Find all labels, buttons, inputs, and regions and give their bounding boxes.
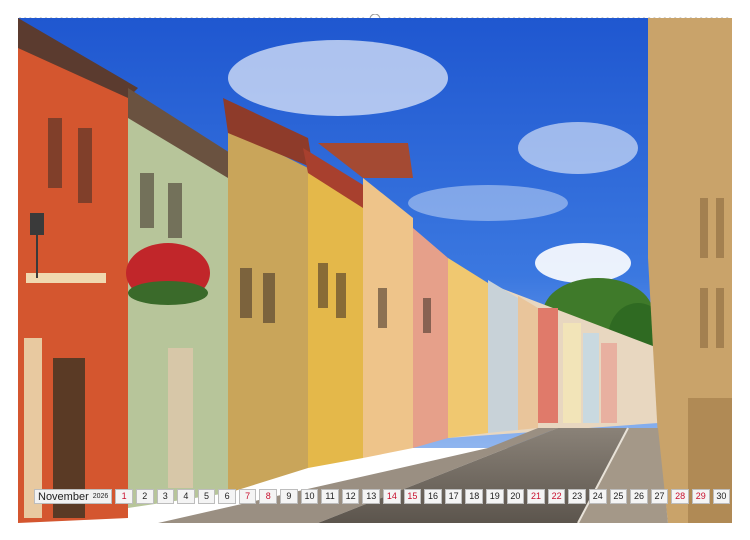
day-cell: 3	[156, 489, 175, 504]
calendar-page: November 2026 1 2 3 4 5 6 7 8 9 10 11 12 13 14 15 16 17 1…	[0, 0, 750, 540]
day-cell: 2	[135, 489, 154, 504]
day-cell: 6	[218, 489, 236, 504]
day-cell: 9	[280, 489, 298, 504]
day-cell: 13	[362, 489, 381, 504]
day-cell: 7	[238, 489, 257, 504]
day-cell: 27	[650, 489, 669, 504]
day-cell: 21	[527, 489, 545, 504]
month-label-box: November 2026	[34, 489, 113, 504]
day-cell: 10	[300, 489, 319, 504]
day-cell: 5	[197, 489, 216, 504]
day-cell: 23	[568, 489, 586, 504]
year-label: 2026	[92, 493, 109, 500]
day-cell: 19	[486, 489, 504, 504]
day-cell: 16	[424, 489, 442, 504]
day-cell: 17	[444, 489, 463, 504]
day-cell: 4	[177, 489, 195, 504]
day-cell: 12	[341, 489, 360, 504]
day-cell: 26	[630, 489, 648, 504]
day-cell: 30	[712, 489, 731, 504]
day-cell: 29	[691, 489, 710, 504]
day-cell: 1	[115, 489, 133, 504]
street-photo	[18, 18, 732, 523]
day-cell: 22	[547, 489, 566, 504]
day-cell: 8	[259, 489, 278, 504]
day-cell: 14	[383, 489, 401, 504]
day-cell: 15	[403, 489, 422, 504]
day-cell: 24	[588, 489, 607, 504]
day-cells: 1 2 3 4 5 6 7 8 9 10 11 12 13 14 15 16 17 18 19 20 21 22 23 24 2…	[115, 489, 731, 504]
day-cell: 28	[671, 489, 689, 504]
day-cell: 18	[465, 489, 484, 504]
calendar-strip: November 2026 1 2 3 4 5 6 7 8 9 10 11 12 13 14 15 16 17 1…	[34, 488, 731, 505]
month-name: November	[38, 490, 89, 503]
day-cell: 11	[321, 489, 339, 504]
day-cell: 20	[506, 489, 525, 504]
day-cell: 25	[609, 489, 628, 504]
